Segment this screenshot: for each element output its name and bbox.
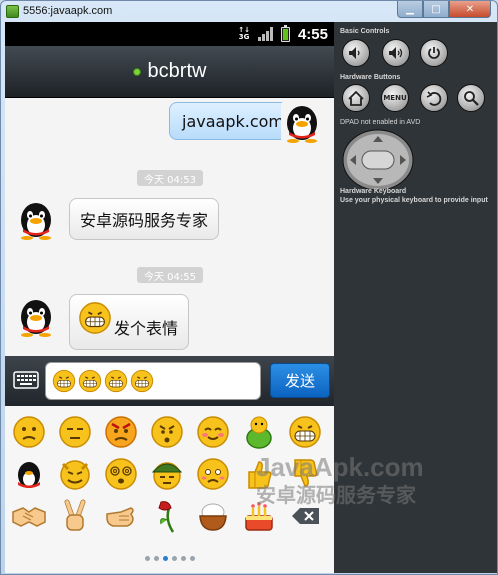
- devil-emoji-icon[interactable]: [57, 456, 93, 492]
- page-dot[interactable]: [153, 556, 159, 561]
- emoji-panel: [5, 406, 334, 573]
- dpad-note: DPAD not enabled in AVD: [340, 119, 421, 126]
- message-text: javaapk.com: [182, 111, 285, 131]
- wilted-rose-icon[interactable]: [149, 498, 185, 534]
- timestamp: 今天 04:53: [137, 170, 203, 186]
- window-title: 5556:javaapk.com: [23, 5, 113, 17]
- page-dot[interactable]: [171, 556, 177, 561]
- message-input-bar: 发送: [5, 356, 334, 406]
- status-bar: ↑↓ 3G 4:55: [5, 22, 334, 46]
- dazed-emoji-icon[interactable]: [103, 456, 139, 492]
- birthday-cake-icon[interactable]: [241, 498, 277, 534]
- speaker-loud-icon: [389, 47, 403, 59]
- rice-bowl-icon[interactable]: [195, 498, 231, 534]
- chat-title-bar: bcbrtw: [5, 46, 334, 98]
- grin-emoji-icon: [52, 369, 76, 393]
- grin-emoji-icon: [79, 302, 111, 334]
- back-arrow-icon: [426, 90, 442, 106]
- search-icon: [464, 91, 479, 106]
- green-blob-icon[interactable]: [241, 414, 277, 450]
- battery-icon: [280, 24, 290, 42]
- hardware-buttons-label: Hardware Buttons: [340, 74, 401, 81]
- page-dot[interactable]: [189, 556, 195, 561]
- grin-emoji-icon: [130, 369, 154, 393]
- message-text: 发个表情: [114, 319, 179, 338]
- grin-emoji-icon[interactable]: [287, 414, 323, 450]
- dizzy-emoji-icon[interactable]: [57, 414, 93, 450]
- grin-emoji-icon: [78, 369, 102, 393]
- home-icon: [348, 90, 364, 106]
- minimize-button[interactable]: ▁: [397, 1, 423, 18]
- timestamp: 今天 04:55: [137, 267, 203, 283]
- page-dot[interactable]: [180, 556, 186, 561]
- sad-emoji-icon[interactable]: [195, 456, 231, 492]
- send-button[interactable]: 发送: [270, 363, 330, 398]
- message-input[interactable]: [45, 362, 261, 400]
- status-time: 4:55: [297, 25, 328, 43]
- message-bubble-outgoing[interactable]: javaapk.com: [169, 102, 304, 140]
- online-status-icon: [132, 67, 141, 76]
- power-button[interactable]: [420, 39, 448, 67]
- angry-emoji-icon[interactable]: [103, 414, 139, 450]
- annoyed-emoji-icon[interactable]: [149, 414, 185, 450]
- message-text: 安卓源码服务专家: [80, 211, 209, 230]
- grin-emoji-icon: [104, 369, 128, 393]
- app-icon: [6, 5, 19, 18]
- emulator-controls: Basic Controls Hardware Buttons MENU DPA…: [334, 22, 497, 573]
- home-button[interactable]: [342, 84, 370, 112]
- page-dot[interactable]: [144, 556, 150, 561]
- maximize-button[interactable]: □: [423, 1, 449, 18]
- penguin-emoji-icon[interactable]: [11, 456, 47, 492]
- handshake-icon[interactable]: [11, 498, 47, 534]
- phone-screen: ↑↓ 3G 4:55 bcbrtw javaapk.com 今天 04:53 安…: [5, 22, 334, 573]
- frown-emoji-icon[interactable]: [11, 414, 47, 450]
- emoji-page-indicator: [5, 556, 334, 561]
- page-dot-active[interactable]: [162, 556, 168, 561]
- signal-icon: [257, 27, 273, 41]
- thumbs-up-icon[interactable]: [241, 456, 277, 492]
- close-button[interactable]: ✕: [449, 1, 491, 18]
- keyboard-toggle-icon[interactable]: [13, 369, 39, 391]
- power-icon: [428, 47, 440, 59]
- menu-button[interactable]: MENU: [381, 84, 409, 112]
- backspace-icon[interactable]: [291, 506, 321, 526]
- thumbs-down-icon[interactable]: [287, 456, 323, 492]
- dpad-control[interactable]: [342, 129, 414, 191]
- window-controls: ▁ □ ✕: [397, 1, 491, 18]
- message-list[interactable]: javaapk.com 今天 04:53 安卓源码服务专家 今天 04:55 发…: [5, 98, 334, 356]
- penguin-avatar-icon[interactable]: [15, 198, 57, 240]
- volume-down-button[interactable]: [342, 39, 370, 67]
- penguin-avatar-icon[interactable]: [281, 101, 323, 143]
- speaker-icon: [349, 47, 360, 59]
- message-bubble-incoming[interactable]: 安卓源码服务专家: [62, 198, 220, 240]
- keyboard-note: Use your physical keyboard to provide in…: [340, 197, 488, 204]
- victory-hand-icon[interactable]: [57, 498, 93, 534]
- contact-name: bcbrtw: [147, 60, 207, 82]
- soldier-emoji-icon[interactable]: [149, 456, 185, 492]
- search-button[interactable]: [457, 84, 485, 112]
- basic-controls-label: Basic Controls: [340, 28, 390, 35]
- penguin-avatar-icon[interactable]: [15, 295, 57, 337]
- keyboard-title: Hardware Keyboard: [340, 188, 407, 195]
- volume-up-button[interactable]: [382, 39, 410, 67]
- fist-icon[interactable]: [103, 498, 139, 534]
- back-button[interactable]: [420, 84, 448, 112]
- network-3g-icon: ↑↓ 3G: [238, 26, 250, 41]
- message-bubble-incoming[interactable]: 发个表情: [62, 294, 190, 350]
- blush-emoji-icon[interactable]: [195, 414, 231, 450]
